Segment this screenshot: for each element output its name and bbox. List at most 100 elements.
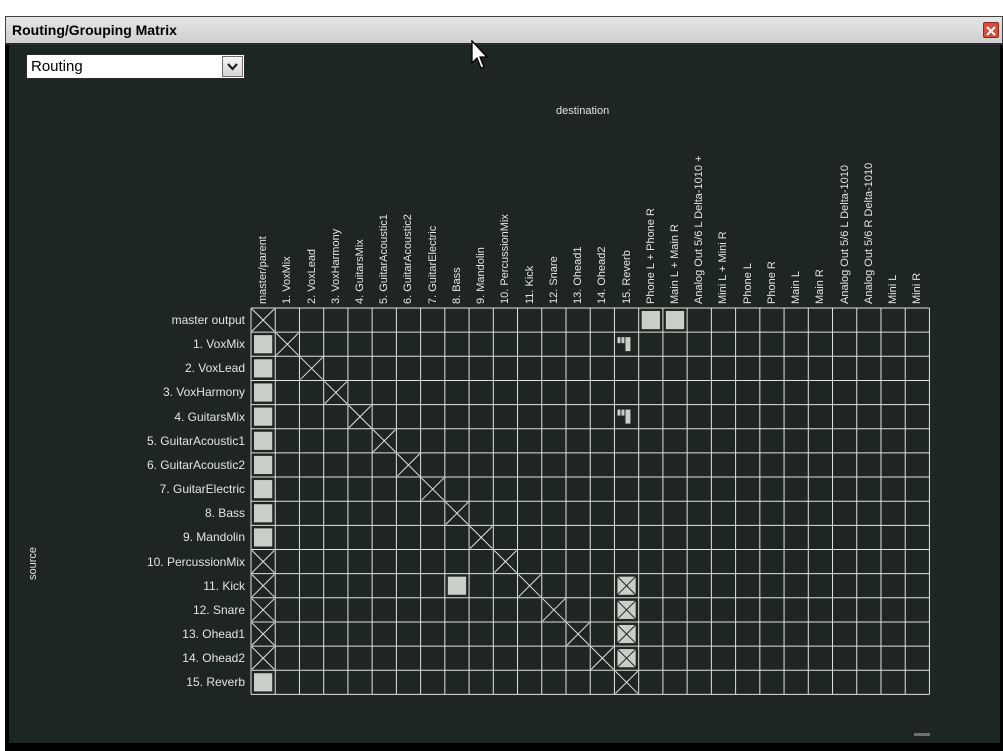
matrix-cell[interactable] bbox=[275, 453, 299, 477]
matrix-cell[interactable] bbox=[372, 501, 396, 525]
matrix-cell[interactable] bbox=[736, 622, 760, 646]
matrix-cell[interactable] bbox=[566, 501, 590, 525]
matrix-cell[interactable] bbox=[760, 598, 784, 622]
matrix-cell[interactable] bbox=[445, 477, 469, 501]
matrix-cell[interactable] bbox=[518, 453, 542, 477]
matrix-cell[interactable] bbox=[396, 453, 420, 477]
matrix-cell[interactable] bbox=[445, 405, 469, 429]
matrix-cell[interactable] bbox=[590, 622, 614, 646]
matrix-cell[interactable] bbox=[687, 477, 711, 501]
matrix-cell[interactable] bbox=[493, 380, 517, 404]
matrix-cell[interactable] bbox=[421, 670, 445, 694]
matrix-cell[interactable] bbox=[348, 453, 372, 477]
matrix-cell[interactable] bbox=[590, 405, 614, 429]
matrix-cell[interactable] bbox=[445, 550, 469, 574]
matrix-cell[interactable] bbox=[445, 308, 469, 332]
matrix-cell[interactable] bbox=[808, 550, 832, 574]
matrix-cell[interactable] bbox=[760, 574, 784, 598]
matrix-cell[interactable] bbox=[372, 477, 396, 501]
matrix-cell[interactable] bbox=[251, 598, 275, 622]
matrix-cell[interactable] bbox=[275, 598, 299, 622]
matrix-cell[interactable] bbox=[469, 356, 493, 380]
matrix-cell[interactable] bbox=[469, 429, 493, 453]
matrix-cell[interactable] bbox=[493, 501, 517, 525]
matrix-cell[interactable] bbox=[566, 477, 590, 501]
matrix-cell[interactable] bbox=[324, 308, 348, 332]
matrix-cell[interactable] bbox=[663, 501, 687, 525]
matrix-cell[interactable] bbox=[396, 646, 420, 670]
matrix-cell[interactable] bbox=[881, 646, 905, 670]
matrix-cell[interactable] bbox=[421, 574, 445, 598]
matrix-cell[interactable] bbox=[396, 477, 420, 501]
matrix-cell[interactable] bbox=[348, 574, 372, 598]
matrix-cell[interactable] bbox=[881, 525, 905, 549]
matrix-cell[interactable] bbox=[760, 525, 784, 549]
matrix-cell[interactable] bbox=[469, 646, 493, 670]
matrix-cell[interactable] bbox=[711, 550, 735, 574]
matrix-cell[interactable] bbox=[833, 332, 857, 356]
matrix-cell[interactable] bbox=[614, 405, 638, 429]
matrix-cell[interactable] bbox=[566, 550, 590, 574]
matrix-cell[interactable] bbox=[542, 622, 566, 646]
matrix-cell[interactable] bbox=[469, 574, 493, 598]
matrix-cell[interactable] bbox=[469, 405, 493, 429]
matrix-cell[interactable] bbox=[469, 308, 493, 332]
matrix-cell[interactable] bbox=[663, 453, 687, 477]
matrix-cell[interactable] bbox=[421, 405, 445, 429]
matrix-cell[interactable] bbox=[493, 598, 517, 622]
matrix-cell[interactable] bbox=[857, 574, 881, 598]
matrix-cell[interactable] bbox=[857, 550, 881, 574]
matrix-cell[interactable] bbox=[711, 670, 735, 694]
matrix-cell[interactable] bbox=[590, 550, 614, 574]
matrix-cell[interactable] bbox=[905, 525, 929, 549]
matrix-cell[interactable] bbox=[881, 380, 905, 404]
matrix-cell[interactable] bbox=[905, 501, 929, 525]
matrix-cell[interactable] bbox=[687, 670, 711, 694]
matrix-cell[interactable] bbox=[372, 332, 396, 356]
matrix-cell[interactable] bbox=[518, 574, 542, 598]
matrix-cell[interactable] bbox=[639, 622, 663, 646]
matrix-cell[interactable] bbox=[808, 574, 832, 598]
matrix-cell[interactable] bbox=[590, 646, 614, 670]
matrix-cell[interactable] bbox=[518, 670, 542, 694]
matrix-cell[interactable] bbox=[857, 308, 881, 332]
matrix-cell[interactable] bbox=[493, 308, 517, 332]
matrix-cell[interactable] bbox=[372, 646, 396, 670]
matrix-cell[interactable] bbox=[372, 598, 396, 622]
matrix-cell[interactable] bbox=[421, 501, 445, 525]
matrix-cell[interactable] bbox=[760, 646, 784, 670]
matrix-cell[interactable] bbox=[590, 574, 614, 598]
matrix-cell[interactable] bbox=[372, 550, 396, 574]
matrix-cell[interactable] bbox=[614, 453, 638, 477]
matrix-cell[interactable] bbox=[736, 453, 760, 477]
matrix-cell[interactable] bbox=[663, 646, 687, 670]
matrix-cell[interactable] bbox=[784, 501, 808, 525]
matrix-cell[interactable] bbox=[784, 332, 808, 356]
matrix-cell[interactable] bbox=[396, 574, 420, 598]
matrix-cell[interactable] bbox=[905, 356, 929, 380]
matrix-cell[interactable] bbox=[421, 356, 445, 380]
matrix-cell[interactable] bbox=[348, 332, 372, 356]
matrix-cell[interactable] bbox=[687, 356, 711, 380]
matrix-cell[interactable] bbox=[808, 453, 832, 477]
matrix-cell[interactable] bbox=[639, 429, 663, 453]
matrix-cell[interactable] bbox=[566, 574, 590, 598]
matrix-cell[interactable] bbox=[881, 453, 905, 477]
matrix-cell[interactable] bbox=[396, 308, 420, 332]
matrix-cell[interactable] bbox=[663, 598, 687, 622]
matrix-cell[interactable] bbox=[857, 670, 881, 694]
matrix-cell[interactable] bbox=[784, 550, 808, 574]
matrix-cell[interactable] bbox=[445, 574, 469, 598]
matrix-cell[interactable] bbox=[711, 405, 735, 429]
matrix-cell[interactable] bbox=[833, 453, 857, 477]
matrix-cell[interactable] bbox=[396, 332, 420, 356]
matrix-cell[interactable] bbox=[687, 622, 711, 646]
matrix-cell[interactable] bbox=[493, 356, 517, 380]
matrix-cell[interactable] bbox=[324, 429, 348, 453]
matrix-cell[interactable] bbox=[663, 574, 687, 598]
matrix-cell[interactable] bbox=[324, 405, 348, 429]
matrix-cell[interactable] bbox=[833, 429, 857, 453]
matrix-cell[interactable] bbox=[711, 356, 735, 380]
matrix-cell[interactable] bbox=[639, 380, 663, 404]
matrix-cell[interactable] bbox=[396, 622, 420, 646]
